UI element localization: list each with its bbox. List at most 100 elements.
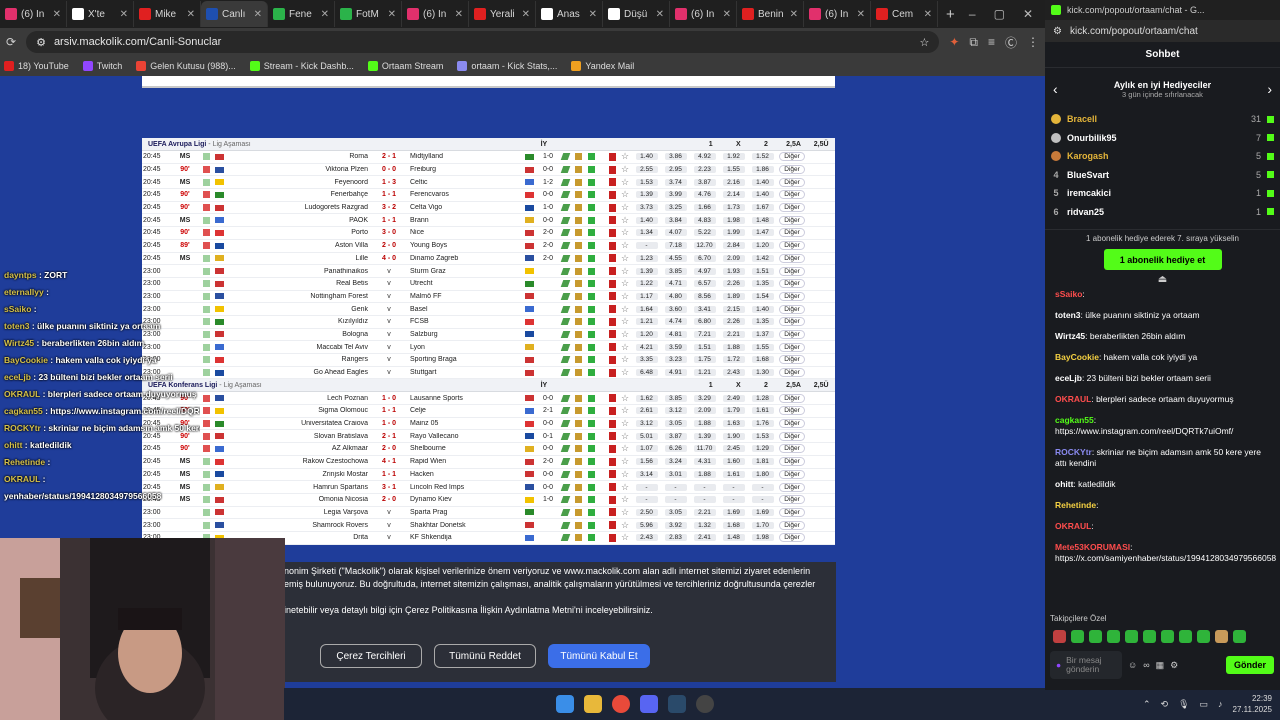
- odds-cell[interactable]: 1.54: [748, 292, 777, 300]
- chat-username[interactable]: eceLjb: [1055, 373, 1082, 383]
- odds-cell[interactable]: 1.68: [719, 521, 748, 529]
- match-score[interactable]: v: [368, 344, 410, 351]
- add-icon[interactable]: [588, 305, 595, 313]
- lineup-icon[interactable]: [575, 178, 582, 186]
- away-team[interactable]: Basel: [410, 306, 520, 313]
- odds-cell[interactable]: 2.49: [719, 394, 748, 402]
- add-icon[interactable]: [588, 394, 595, 402]
- away-team[interactable]: Utrecht: [410, 280, 520, 287]
- stats-icon[interactable]: [560, 204, 571, 212]
- iddaa-icon[interactable]: [606, 470, 618, 479]
- other-odds-button[interactable]: Diğer: [777, 469, 807, 479]
- emote-icon[interactable]: [1215, 630, 1228, 643]
- iddaa-icon[interactable]: [606, 178, 618, 187]
- stats-icon[interactable]: [560, 254, 571, 262]
- odds-cell[interactable]: 4.74: [661, 318, 690, 326]
- chat-message[interactable]: cagkan55: https://www.instagram.com/reel…: [1055, 415, 1270, 437]
- bookmark-star-icon[interactable]: ☆: [919, 36, 929, 49]
- tab-close-icon[interactable]: ✕: [455, 9, 463, 20]
- odds-cell[interactable]: 7.21: [690, 330, 719, 338]
- other-odds-button[interactable]: Diğer: [777, 152, 807, 162]
- reload-icon[interactable]: ⟳: [6, 35, 16, 49]
- emote-icon[interactable]: [1053, 630, 1066, 643]
- away-team[interactable]: Celtic: [410, 179, 520, 186]
- add-icon[interactable]: [588, 242, 595, 250]
- away-team[interactable]: Shelbourne: [410, 445, 520, 452]
- odds-cell[interactable]: 1.42: [748, 254, 777, 262]
- tab-close-icon[interactable]: ✕: [656, 9, 664, 20]
- home-team[interactable]: AZ Alkmaar: [226, 445, 368, 452]
- odds-cell[interactable]: 2.21: [719, 330, 748, 338]
- other-odds-button[interactable]: Diğer: [777, 355, 807, 365]
- odds-cell[interactable]: 1.40: [632, 216, 661, 224]
- odds-cell[interactable]: -: [632, 496, 661, 504]
- odds-cell[interactable]: 2.16: [719, 178, 748, 186]
- odds-cell[interactable]: 5.96: [632, 521, 661, 529]
- stats-icon[interactable]: [560, 216, 571, 224]
- other-odds-button[interactable]: Diğer: [777, 253, 807, 263]
- match-score[interactable]: 2 - 0: [368, 445, 410, 452]
- home-team[interactable]: Rangers: [226, 356, 368, 363]
- iddaa-icon[interactable]: [606, 533, 618, 542]
- home-team[interactable]: Real Betis: [226, 280, 368, 287]
- match-row[interactable]: 20:45 MS Feyenoord 1 - 3 Celtic 1-2 ☆ 1.53 3.74 3…: [142, 176, 835, 190]
- emoji-icon[interactable]: ☺: [1128, 660, 1137, 670]
- lineup-icon[interactable]: [575, 369, 582, 377]
- odds-cell[interactable]: 1.68: [748, 356, 777, 364]
- favorite-star-icon[interactable]: ☆: [618, 520, 632, 531]
- odds-cell[interactable]: 1.07: [632, 445, 661, 453]
- add-icon[interactable]: [588, 420, 595, 428]
- iddaa-icon[interactable]: [606, 267, 618, 276]
- away-team[interactable]: Midtjylland: [410, 153, 520, 160]
- browser-tab[interactable]: Anas ✕: [536, 1, 603, 27]
- favorite-star-icon[interactable]: ☆: [618, 266, 632, 277]
- extension-icon[interactable]: ✦: [949, 35, 959, 49]
- gift-sub-button[interactable]: 1 abonelik hediye et: [1103, 249, 1222, 270]
- odds-cell[interactable]: 2.15: [719, 305, 748, 313]
- lineup-icon[interactable]: [575, 432, 582, 440]
- away-team[interactable]: Celta Vigo: [410, 204, 520, 211]
- add-icon[interactable]: [588, 330, 595, 338]
- odds-cell[interactable]: 1.40: [748, 191, 777, 199]
- odds-cell[interactable]: 3.05: [661, 508, 690, 516]
- away-team[interactable]: Sporting Braga: [410, 356, 520, 363]
- other-odds-button[interactable]: Diğer: [777, 228, 807, 238]
- browser-tab[interactable]: Fene ✕: [268, 1, 335, 27]
- chat-input[interactable]: ● Bir mesaj gönderin: [1050, 651, 1122, 679]
- match-score[interactable]: 1 - 0: [368, 420, 410, 427]
- match-score[interactable]: 1 - 1: [368, 471, 410, 478]
- menu-icon[interactable]: ⋮: [1027, 35, 1039, 49]
- favorite-star-icon[interactable]: ☆: [618, 329, 632, 340]
- match-row[interactable]: 23:00 Rangers v Sporting Braga ☆ 3.35 3.23 1.75…: [142, 354, 835, 367]
- stats-icon[interactable]: [560, 432, 571, 440]
- odds-cell[interactable]: 4.07: [661, 229, 690, 237]
- match-score[interactable]: v: [368, 522, 410, 529]
- emote-icon[interactable]: [1197, 630, 1210, 643]
- steam-icon[interactable]: [668, 695, 686, 713]
- iddaa-icon[interactable]: [606, 444, 618, 453]
- iddaa-icon[interactable]: [606, 292, 618, 301]
- other-odds-button[interactable]: Diğer: [777, 393, 807, 403]
- iddaa-icon[interactable]: [606, 394, 618, 403]
- lineup-icon[interactable]: [575, 356, 582, 364]
- odds-cell[interactable]: 4.81: [661, 330, 690, 338]
- stats-icon[interactable]: [560, 534, 571, 542]
- browser-tab[interactable]: Mike ✕: [134, 1, 201, 27]
- lineup-icon[interactable]: [575, 343, 582, 351]
- emote-icon[interactable]: [1071, 630, 1084, 643]
- stats-icon[interactable]: [560, 470, 571, 478]
- odds-cell[interactable]: 1.89: [719, 292, 748, 300]
- add-icon[interactable]: [588, 280, 595, 288]
- odds-cell[interactable]: 3.59: [661, 343, 690, 351]
- odds-cell[interactable]: 3.74: [661, 178, 690, 186]
- home-team[interactable]: Shamrock Rovers: [226, 522, 368, 529]
- chat-username[interactable]: Mete53KORUMASI: [1055, 542, 1130, 552]
- favorite-star-icon[interactable]: ☆: [618, 456, 632, 467]
- match-row[interactable]: 20:45 90' Universitatea Craiova 1 - 0 Mainz …: [142, 418, 835, 431]
- match-row[interactable]: 23:00 Shamrock Rovers v Shakhtar Donetsk ☆ 5.…: [142, 519, 835, 532]
- chat-username[interactable]: OKRAUL: [1055, 394, 1091, 404]
- start-icon[interactable]: [556, 695, 574, 713]
- add-icon[interactable]: [588, 229, 595, 237]
- add-icon[interactable]: [588, 534, 595, 542]
- gift-icon[interactable]: ▦: [1156, 660, 1165, 671]
